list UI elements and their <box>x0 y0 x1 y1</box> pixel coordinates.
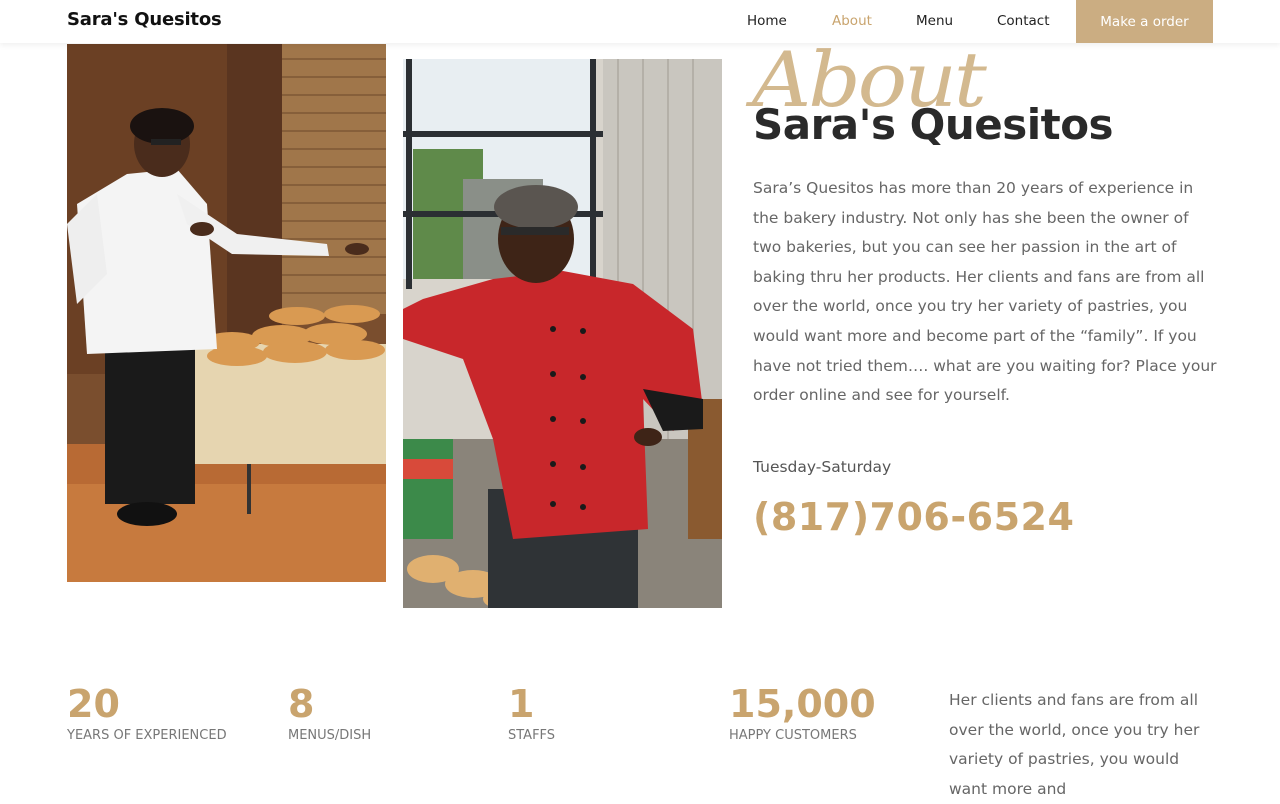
nav-contact[interactable]: Contact <box>997 13 1050 29</box>
stat-years: 20 YEARS OF EXPERIENCED <box>67 682 227 743</box>
stat-value: 1 <box>508 682 535 726</box>
stat-staffs: 1 STAFFS <box>508 682 555 743</box>
photo-chef-red-coat <box>403 59 722 608</box>
stat-label: HAPPY CUSTOMERS <box>729 728 857 743</box>
about-description: Sara’s Quesitos has more than 20 years o… <box>753 179 1217 405</box>
stat-menus: 8 MENUS/DISH <box>288 682 371 743</box>
make-order-button[interactable]: Make a order <box>1076 0 1213 43</box>
stat-value: 15,000 <box>729 682 876 726</box>
photo-chef-with-bread <box>67 44 386 582</box>
stat-value: 8 <box>288 682 315 726</box>
site-header: Sara's Quesitos Home About Menu Contact … <box>0 0 1280 43</box>
stat-label: STAFFS <box>508 728 556 743</box>
brand-logo[interactable]: Sara's Quesitos <box>67 9 222 30</box>
nav-home[interactable]: Home <box>747 13 787 29</box>
stat-label: MENUS/DISH <box>288 728 372 743</box>
stat-label: YEARS OF EXPERIENCED <box>67 728 227 743</box>
about-title: Sara's Quesitos <box>753 100 1114 149</box>
nav-about[interactable]: About <box>832 13 872 29</box>
stat-value: 20 <box>67 682 120 726</box>
stats-description: Her clients and fans are from all over t… <box>949 691 1200 798</box>
phone-number-link[interactable]: (817)706-6524 <box>753 495 1074 539</box>
business-hours: Tuesday-Saturday <box>753 458 892 476</box>
nav-menu[interactable]: Menu <box>916 13 953 29</box>
stat-customers: 15,000 HAPPY CUSTOMERS <box>729 682 876 743</box>
